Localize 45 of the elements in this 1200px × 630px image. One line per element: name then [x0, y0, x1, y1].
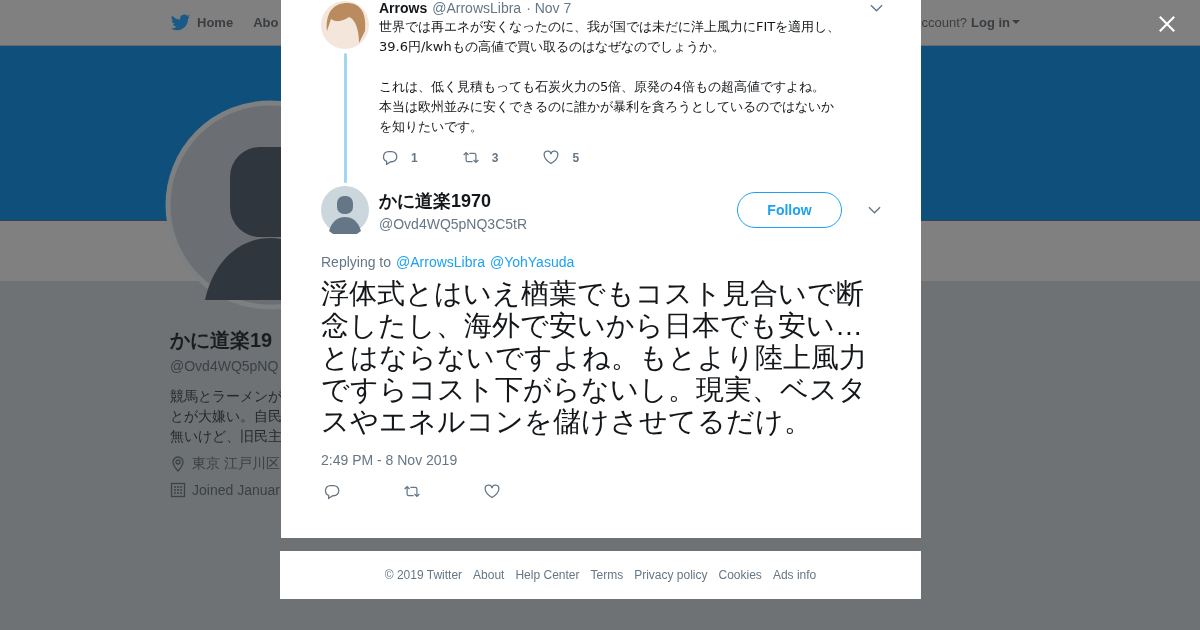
tweet-text-line: これは、低く見積もっても石炭火力の5倍、原発の4倍もの超高値ですよね。	[379, 78, 825, 96]
footer-link[interactable]: Ads info	[772, 568, 817, 582]
author-handle[interactable]: @ArrowsLibra	[432, 0, 522, 16]
replying-label: Replying to	[321, 254, 392, 270]
avatar[interactable]	[321, 1, 369, 49]
tweet-text-line: を知りたいです。	[379, 118, 483, 136]
bio-line: 無いけど、旧民主	[170, 427, 282, 446]
chevron-icon[interactable]	[868, 206, 881, 214]
close-icon[interactable]	[1158, 15, 1176, 33]
nav-link[interactable]: Abo	[253, 15, 279, 30]
reply-icon[interactable]	[381, 149, 399, 166]
chevron-icon[interactable]	[870, 4, 883, 12]
tweet-text-line: 世界では再エネが安くなったのに、我が国では未だに洋上風力にFITを適用し、	[379, 18, 841, 36]
reply-count: 1	[411, 150, 418, 165]
bio-line: とが大嫌い。自民	[170, 407, 282, 426]
author-name[interactable]: Arrows	[379, 0, 428, 16]
calendar-icon	[170, 482, 186, 498]
tweet-timestamp: 2:49 PM - 8 Nov 2019	[321, 452, 459, 468]
home-link[interactable]: Home	[197, 15, 234, 30]
retweet-icon[interactable]	[461, 149, 480, 166]
like-count: 5	[572, 150, 580, 165]
footer-link[interactable]: Terms	[590, 568, 624, 582]
footer-link[interactable]: Help Center	[515, 568, 580, 582]
mention-link[interactable]: @ArrowsLibra	[396, 254, 485, 270]
location-pin-icon	[170, 456, 186, 472]
tweet-text: 浮体式とはいえ楢葉でもコスト見合いで断念したし、海外で安いから日本でも安い…とはならないですよね。もとより陸上風力ですらコスト下がらないし。現実、ベスタスやエネルコンを儲けさせてるだけ。	[321, 278, 868, 438]
author-handle[interactable]: @Ovd4WQ5pNQ3C5tR	[379, 215, 727, 232]
footer-link[interactable]: Privacy policy	[634, 568, 708, 582]
login-link[interactable]: Log in	[971, 15, 1020, 30]
mention-link[interactable]: @YohYasuda	[489, 254, 575, 270]
tweet-text-line: 本当は欧州並みに安くできるのに誰かが暴利を貪ろうとしているのではないか	[379, 98, 834, 116]
profile-name: かに道楽19	[170, 328, 273, 353]
avatar[interactable]	[321, 186, 369, 234]
footer-link[interactable]: About	[473, 568, 505, 582]
follow-button[interactable]: Follow	[737, 192, 842, 228]
heart-icon[interactable]	[542, 149, 561, 166]
retweet-icon[interactable]	[403, 483, 421, 500]
footer-link[interactable]: Cookies	[718, 568, 762, 582]
author-name[interactable]: かに道楽1970	[379, 188, 727, 213]
reply-icon[interactable]	[323, 483, 341, 500]
retweet-count: 3	[491, 150, 499, 165]
account-prompt: ccount?	[921, 15, 967, 30]
tweet-date[interactable]: · Nov 7	[526, 0, 572, 16]
tweet-text-line: 39.6円/kwhもの高値で買い取るのはなぜなのでしょうか。	[379, 38, 725, 56]
heart-icon[interactable]	[483, 483, 501, 500]
